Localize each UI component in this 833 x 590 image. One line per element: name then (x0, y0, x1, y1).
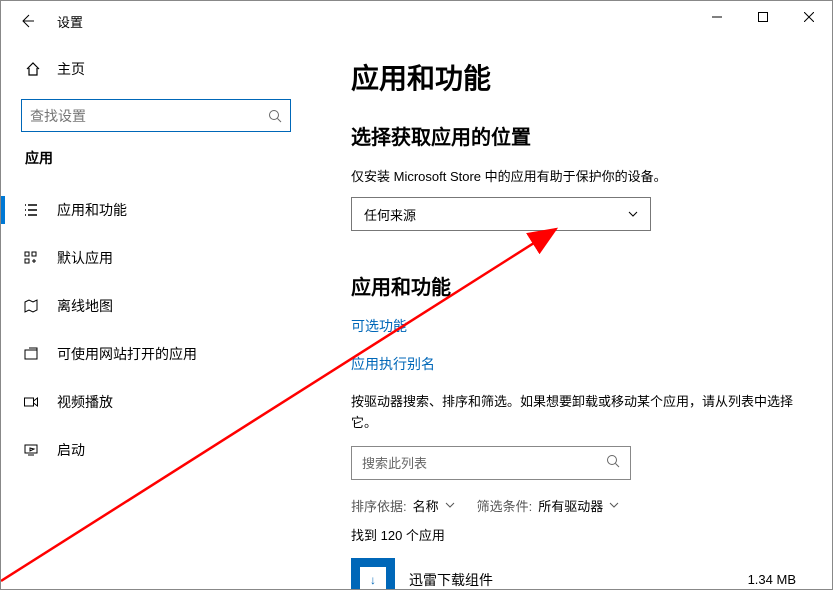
sort-value: 名称 (413, 496, 439, 515)
sidebar-item-label: 视频播放 (57, 392, 113, 412)
titlebar: 设置 (1, 1, 832, 41)
filter-label: 筛选条件: (477, 496, 533, 515)
settings-window: 设置 主页 (0, 0, 833, 590)
optional-features-link[interactable]: 可选功能 (351, 316, 802, 336)
sidebar-item-label: 应用和功能 (57, 200, 127, 220)
back-button[interactable] (13, 7, 41, 35)
install-source-value: 任何来源 (364, 205, 416, 224)
sort-label: 排序依据: (351, 496, 407, 515)
app-execution-alias-link[interactable]: 应用执行别名 (351, 354, 802, 374)
sidebar-item-startup[interactable]: 启动 (1, 426, 311, 474)
default-apps-icon (21, 248, 41, 268)
app-list-item[interactable]: ↓ 迅雷下载组件 1.34 MB (351, 558, 802, 589)
search-icon (268, 109, 282, 123)
apps-features-heading: 应用和功能 (351, 271, 802, 300)
map-icon (21, 296, 41, 316)
sidebar-item-apps-and-features[interactable]: 应用和功能 (1, 186, 311, 234)
sort-filter-row: 排序依据: 名称 筛选条件: 所有驱动器 (351, 496, 802, 515)
search-icon (606, 454, 620, 471)
filter-control[interactable]: 筛选条件: 所有驱动器 (477, 496, 620, 515)
apps-found-count: 找到 120 个应用 (351, 525, 802, 544)
close-button[interactable] (786, 1, 832, 33)
window-title: 设置 (57, 12, 83, 31)
startup-icon (21, 440, 41, 460)
app-list-search-placeholder: 搜索此列表 (362, 453, 606, 472)
install-location-hint: 仅安装 Microsoft Store 中的应用有助于保护你的设备。 (351, 166, 802, 185)
page-title: 应用和功能 (351, 57, 802, 97)
sidebar-item-offline-maps[interactable]: 离线地图 (1, 282, 311, 330)
chevron-down-icon (628, 207, 638, 222)
maximize-button[interactable] (740, 1, 786, 33)
chevron-down-icon (609, 498, 619, 513)
filter-value: 所有驱动器 (538, 496, 603, 515)
nav-items: 应用和功能 默认应用 离线地图 (1, 186, 311, 474)
app-list-search[interactable]: 搜索此列表 (351, 446, 631, 480)
apps-list-icon (21, 200, 41, 220)
install-source-dropdown[interactable]: 任何来源 (351, 197, 651, 231)
sidebar-item-default-apps[interactable]: 默认应用 (1, 234, 311, 282)
home-label: 主页 (57, 59, 85, 79)
search-input-field[interactable] (30, 108, 268, 124)
home-icon (25, 61, 41, 77)
chevron-down-icon (445, 498, 455, 513)
sidebar: 主页 应用 应用和功能 (1, 41, 311, 589)
sidebar-section-label: 应用 (1, 148, 311, 168)
video-icon (21, 392, 41, 412)
app-name: 迅雷下载组件 (409, 570, 734, 589)
search-settings-input[interactable] (21, 99, 291, 132)
sort-control[interactable]: 排序依据: 名称 (351, 496, 455, 515)
install-location-heading: 选择获取应用的位置 (351, 121, 802, 150)
minimize-button[interactable] (694, 1, 740, 33)
app-list-description: 按驱动器搜索、排序和筛选。如果想要卸载或移动某个应用，请从列表中选择它。 (351, 392, 802, 434)
sidebar-item-label: 默认应用 (57, 248, 113, 268)
open-with-icon (21, 344, 41, 364)
sidebar-item-web-link-apps[interactable]: 可使用网站打开的应用 (1, 330, 311, 378)
sidebar-item-video-playback[interactable]: 视频播放 (1, 378, 311, 426)
sidebar-item-label: 可使用网站打开的应用 (57, 344, 197, 364)
sidebar-item-label: 启动 (57, 440, 85, 460)
caption-buttons (694, 1, 832, 33)
home-button[interactable]: 主页 (1, 49, 311, 89)
app-size: 1.34 MB (748, 572, 802, 587)
app-tile-icon: ↓ (351, 558, 395, 589)
sidebar-item-label: 离线地图 (57, 296, 113, 316)
content-area: 应用和功能 选择获取应用的位置 仅安装 Microsoft Store 中的应用… (311, 41, 832, 589)
